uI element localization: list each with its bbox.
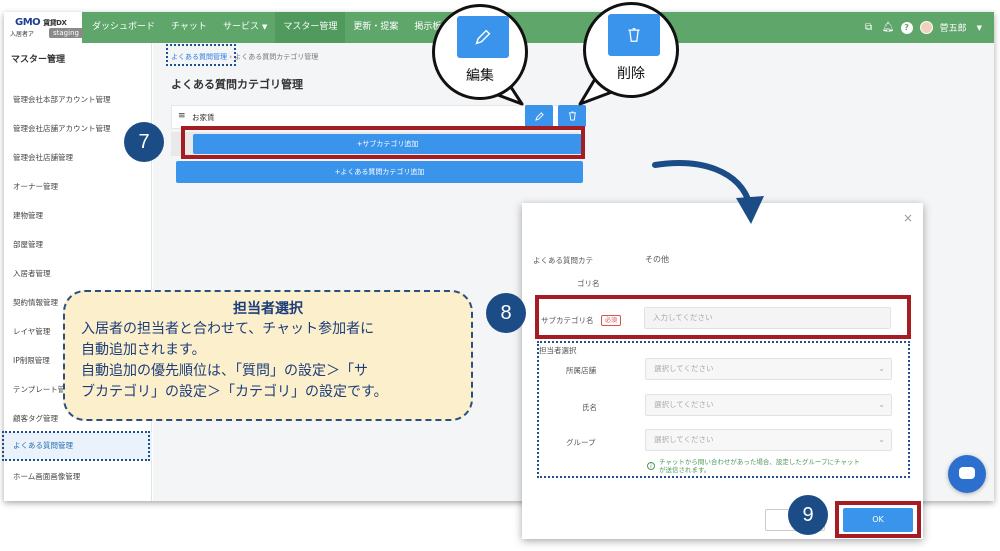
- delete-bubble-label: 削除: [617, 66, 645, 82]
- delete-bubble: 削除: [583, 2, 679, 98]
- edit-button-zoom: [457, 16, 509, 58]
- trash-icon: [628, 28, 640, 42]
- assignee-callout: 担当者選択 入居者の担当者と合わせて、チャット参加者に 自動追加されます。 自動…: [63, 290, 473, 421]
- callout-body: 入居者の担当者と合わせて、チャット参加者に 自動追加されます。 自動追加の優先順…: [81, 319, 473, 403]
- edit-bubble: 編集: [432, 4, 528, 100]
- tutorial-screenshot: GMO 賃貸DX 入居者ア staging ダッシュボード チャット サービス ▼…: [0, 0, 1000, 551]
- flow-arrow: [652, 160, 753, 208]
- callout-line: ブカテゴリ」の設定＞「カテゴリ」の設定です。: [81, 384, 388, 400]
- delete-button-zoom: [608, 14, 660, 56]
- callout-line: 自動追加の優先順位は、「質問」の設定＞「サ: [81, 363, 368, 379]
- pencil-icon: [475, 29, 491, 45]
- callout-title: 担当者選択: [233, 301, 303, 317]
- arrow-head-icon: [736, 196, 764, 224]
- callout-line: 入居者の担当者と合わせて、チャット参加者に: [81, 321, 375, 337]
- callout-line: 自動追加されます。: [81, 342, 206, 358]
- edit-bubble-label: 編集: [466, 68, 494, 84]
